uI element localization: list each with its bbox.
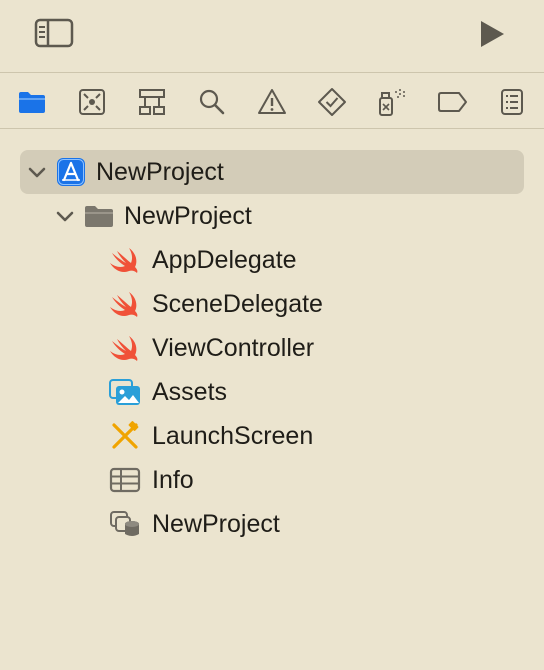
tree-row-file[interactable]: Info <box>20 458 524 502</box>
tree-label-file: SceneDelegate <box>152 290 323 318</box>
tree-row-file[interactable]: ViewController <box>20 326 524 370</box>
tree-row-file[interactable]: SceneDelegate <box>20 282 524 326</box>
tree-label-file: LaunchScreen <box>152 422 314 450</box>
chevron-down-icon[interactable] <box>54 205 76 227</box>
tree-row-file[interactable]: AppDelegate <box>20 238 524 282</box>
sidebar-left-icon <box>34 18 74 48</box>
folder-icon <box>19 92 45 113</box>
tree-row-file[interactable]: LaunchScreen <box>20 414 524 458</box>
tree-label-file: ViewController <box>152 334 315 362</box>
diamond-check-icon <box>318 88 346 116</box>
navigator-tab-bar <box>0 74 544 128</box>
hierarchy-icon <box>139 89 165 115</box>
tree-label-project: NewProject <box>96 158 224 186</box>
tree-label-group: NewProject <box>124 202 252 230</box>
spray-icon <box>379 89 405 116</box>
tree-row-file[interactable]: Assets <box>20 370 524 414</box>
toolbar-divider <box>0 72 544 73</box>
source-control-icon <box>79 89 105 115</box>
tab-issue-navigator[interactable] <box>256 86 288 118</box>
swift-icon <box>108 287 142 321</box>
swift-icon <box>108 243 142 277</box>
tab-symbol-navigator[interactable] <box>136 86 168 118</box>
swift-icon <box>108 331 142 365</box>
data-model-icon <box>108 507 142 541</box>
asset-catalog-icon <box>108 375 142 409</box>
tab-breakpoint-navigator[interactable] <box>436 86 468 118</box>
chevron-down-icon[interactable] <box>26 161 48 183</box>
tree-row-project[interactable]: NewProject <box>20 150 524 194</box>
tab-report-navigator[interactable] <box>496 86 528 118</box>
folder-icon <box>82 199 116 233</box>
storyboard-icon <box>108 419 142 453</box>
tab-project-navigator[interactable] <box>16 86 48 118</box>
search-icon <box>199 89 225 115</box>
tree-label-file: NewProject <box>152 510 280 538</box>
tab-find-navigator[interactable] <box>196 86 228 118</box>
toolbar <box>0 0 544 72</box>
tab-test-navigator[interactable] <box>316 86 348 118</box>
tag-icon <box>438 92 467 112</box>
plist-icon <box>108 463 142 497</box>
tree-row-file[interactable]: NewProject <box>20 502 524 546</box>
tab-debug-navigator[interactable] <box>376 86 408 118</box>
tab-bar-divider <box>0 128 544 129</box>
tree-label-file: Assets <box>152 378 228 406</box>
run-button[interactable] <box>478 19 506 49</box>
tree-label-file: Info <box>152 466 194 494</box>
tree-label-file: AppDelegate <box>152 246 297 274</box>
sidebar-toggle-button[interactable] <box>34 18 74 48</box>
tab-source-control-navigator[interactable] <box>76 86 108 118</box>
warning-icon <box>258 89 286 114</box>
tree-row-group[interactable]: NewProject <box>20 194 524 238</box>
report-icon <box>501 89 523 115</box>
play-icon <box>481 21 504 47</box>
xcode-project-icon <box>54 155 88 189</box>
